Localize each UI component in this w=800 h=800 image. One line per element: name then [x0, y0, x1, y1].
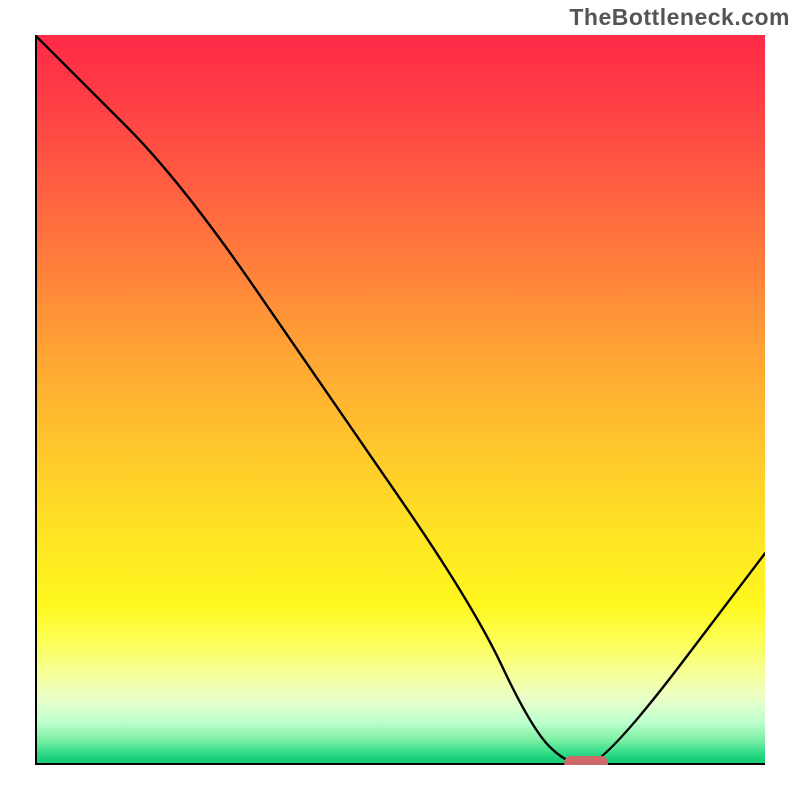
- bottleneck-curve: [35, 35, 765, 765]
- minimum-marker: [564, 756, 608, 765]
- chart-svg: [35, 35, 765, 765]
- axes: [36, 35, 765, 764]
- plot-area: [35, 35, 765, 765]
- chart-container: TheBottleneck.com: [0, 0, 800, 800]
- watermark-text: TheBottleneck.com: [569, 4, 790, 31]
